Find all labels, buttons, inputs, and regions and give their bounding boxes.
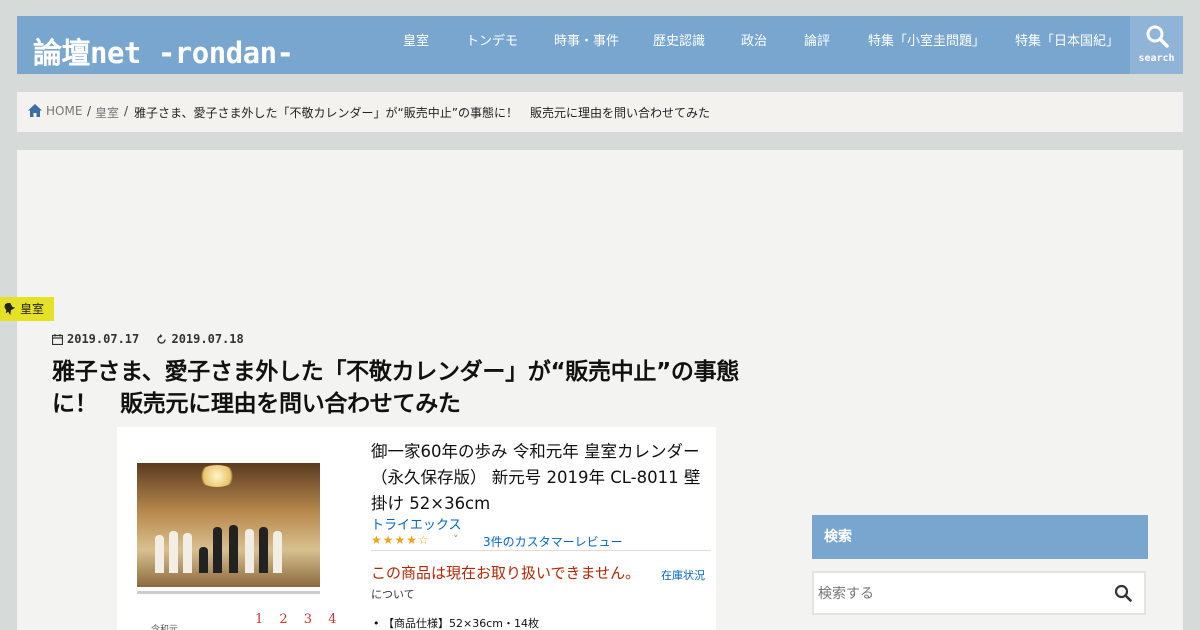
nav-item-imperial[interactable]: 皇室: [403, 30, 429, 49]
header-search-button[interactable]: search: [1130, 16, 1183, 74]
search-icon[interactable]: [1114, 584, 1132, 602]
figure: [229, 525, 238, 573]
main-nav: 皇室 トンデモ 時事・事件 歴史認識 政治 論評 特集「小室圭問題」 特集「日本…: [17, 30, 1127, 50]
post-dates: 2019.07.17 2019.07.18: [51, 332, 254, 346]
breadcrumb-separator: /: [124, 104, 129, 118]
search-label: search: [1138, 53, 1175, 64]
nav-item-tondemo[interactable]: トンデモ: [466, 30, 518, 49]
about-text: について: [371, 588, 415, 601]
search-icon: [1146, 25, 1169, 48]
calendar-numbers: 1 2 3 4: [255, 612, 343, 627]
sidebar-search-input[interactable]: [818, 583, 1098, 605]
chandelier: [197, 465, 237, 487]
chevron-down-icon: ˅: [453, 533, 459, 546]
unavailable-notice: この商品は現在お取り扱いできません。: [371, 564, 641, 582]
refresh-icon: [157, 334, 167, 344]
breadcrumb: HOME / 皇室 / 雅子さま、愛子さま外した「不敬カレンダー」が“販売中止”…: [17, 92, 1183, 132]
nav-item-feature-nihonkokki[interactable]: 特集「日本国紀」: [1015, 30, 1119, 49]
category-tag-label: 皇室: [20, 302, 45, 316]
calendar-icon: [51, 334, 64, 346]
article-eyecatch-image: 令和元 1 2 3 4 御一家60年の歩み 令和元年 皇室カレンダー （永久保存…: [117, 427, 716, 630]
review-count: 3件のカスタマーレビュー: [483, 535, 623, 549]
figure: [213, 527, 222, 573]
product-spec: • 【商品仕様】52×36cm・14枚: [373, 617, 539, 630]
breadcrumb-separator: /: [87, 104, 92, 118]
sidebar-search-heading: 検索: [812, 515, 1148, 559]
sidebar-search-box: [812, 571, 1146, 615]
figure: [183, 533, 192, 573]
nav-item-politics[interactable]: 政治: [741, 30, 767, 49]
article-title: 雅子さま、愛子さま外した「不敬カレンダー」が“販売中止”の事態に！ 販売元に理由…: [52, 359, 740, 417]
divider: [371, 550, 711, 551]
breadcrumb-category[interactable]: 皇室: [95, 104, 119, 121]
updated-date-text: 2019.07.18: [171, 332, 244, 346]
breadcrumb-current: 雅子さま、愛子さま外した「不敬カレンダー」が“販売中止”の事態に！ 販売元に理由…: [134, 106, 710, 120]
figure: [199, 547, 208, 573]
updated-date: 2019.07.18: [156, 332, 244, 346]
figure: [245, 529, 254, 573]
pin-icon: [4, 300, 16, 316]
figure: [169, 531, 178, 573]
published-date-text: 2019.07.17: [67, 332, 140, 346]
rating-stars: ★★★★☆: [371, 533, 430, 547]
figure: [273, 531, 282, 573]
nav-item-history[interactable]: 歴史認識: [653, 30, 705, 49]
category-tag[interactable]: 皇室: [0, 297, 55, 321]
photo-caption: [137, 591, 320, 594]
figure: [259, 527, 268, 573]
nav-item-feature-komuro[interactable]: 特集「小室圭問題」: [868, 30, 985, 49]
site-header: 論壇net -rondan- 皇室 トンデモ 時事・事件 歴史認識 政治 論評 …: [17, 16, 1183, 74]
stock-status-link: 在庫状況: [661, 569, 705, 582]
calendar-photo: [137, 463, 320, 587]
nav-item-commentary[interactable]: 論評: [804, 30, 830, 49]
product-title: 御一家60年の歩み 令和元年 皇室カレンダー （永久保存版） 新元号 2019年…: [371, 442, 701, 513]
calendar-side-text: 令和元: [151, 625, 179, 630]
product-brand: トライエックス: [371, 518, 462, 533]
figure: [155, 535, 164, 573]
home-icon: [28, 104, 42, 117]
breadcrumb-home[interactable]: HOME: [46, 104, 82, 118]
nav-item-current-events[interactable]: 時事・事件: [554, 30, 619, 49]
published-date: 2019.07.17: [51, 332, 146, 346]
